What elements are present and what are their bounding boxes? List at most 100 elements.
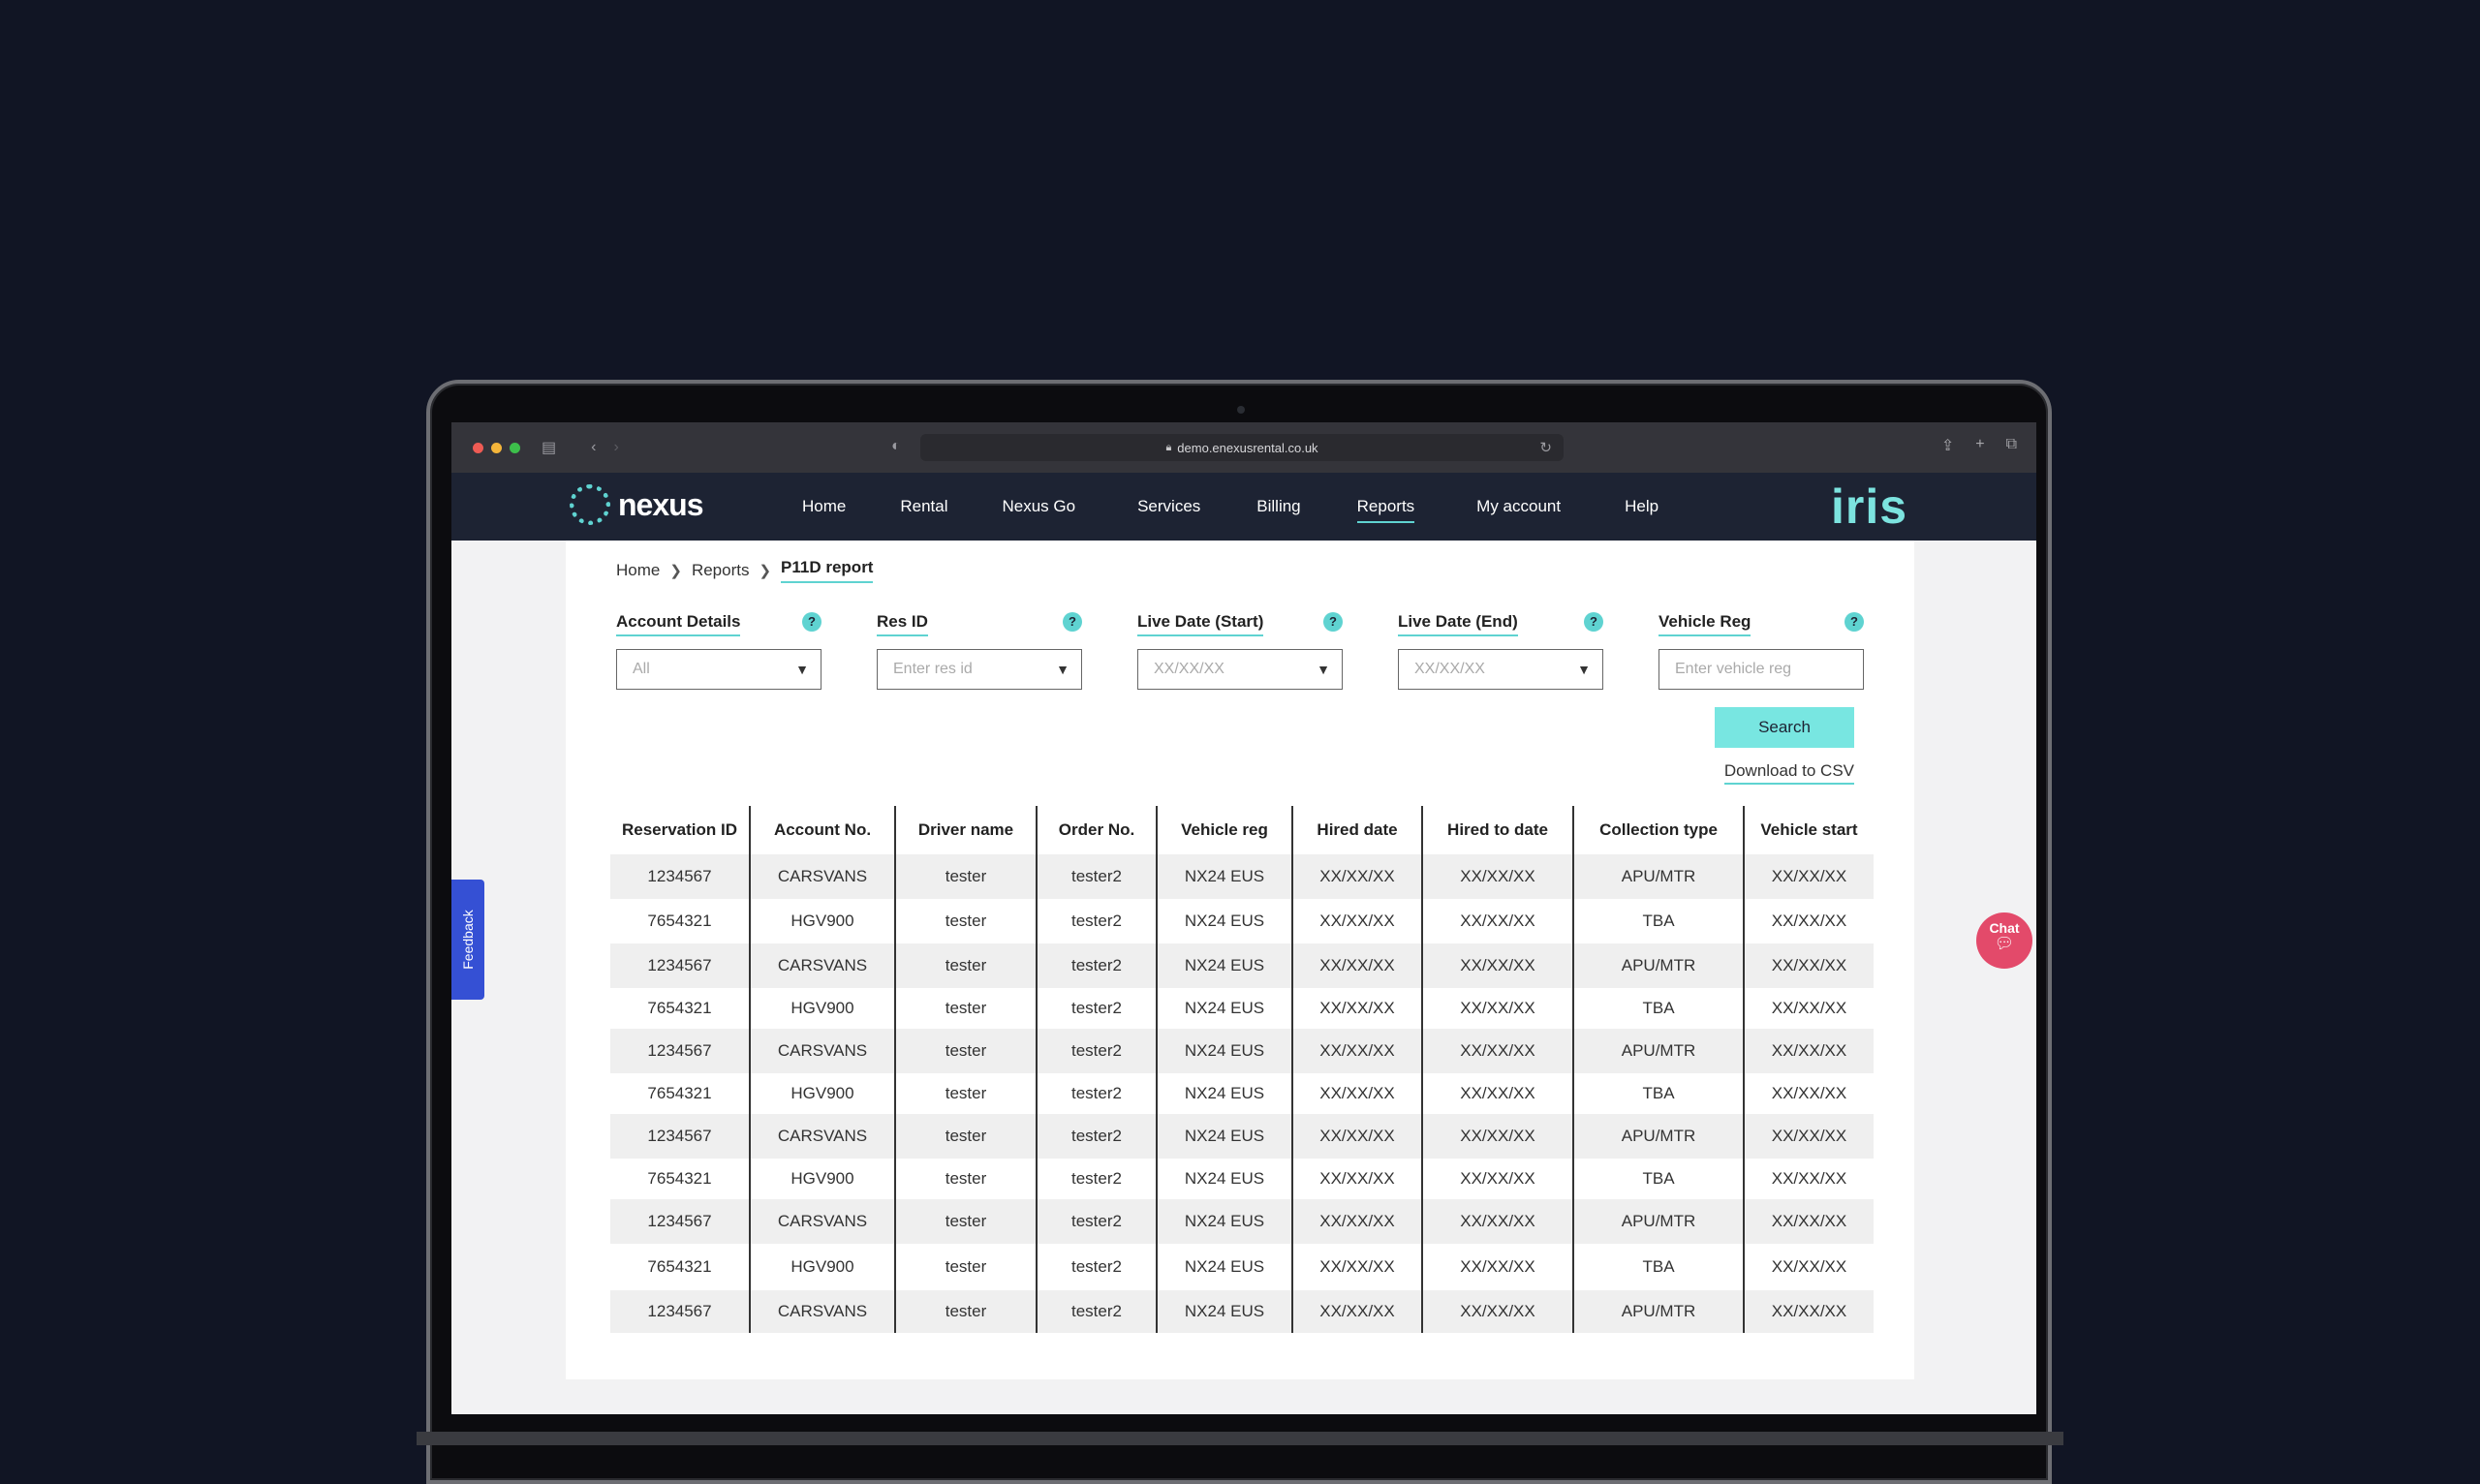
help-icon[interactable]: ? — [1323, 612, 1343, 632]
cell-hired-date: XX/XX/XX — [1291, 1029, 1422, 1073]
table-row[interactable]: 7654321 HGV900 tester tester2 NX24 EUS XX/XX/… — [610, 1073, 1874, 1114]
cell-collection-type: APU/MTR — [1572, 1029, 1744, 1073]
nexus-logo[interactable]: nexus — [570, 484, 703, 525]
privacy-shield-icon[interactable]: ◐ — [891, 438, 901, 455]
cell-vehicle-start: XX/XX/XX — [1743, 899, 1874, 943]
header-collection-type[interactable]: Collection type — [1572, 806, 1744, 854]
download-csv-link[interactable]: Download to CSV — [1598, 761, 1854, 785]
browser-actions: ⇪ + ⧉ — [1941, 436, 2017, 455]
share-icon[interactable]: ⇪ — [1941, 436, 1954, 455]
nav-help[interactable]: Help — [1625, 497, 1658, 516]
table-row[interactable]: 1234567 CARSVANS tester tester2 NX24 EUS XX/X… — [610, 854, 1874, 899]
header-vehicle-reg[interactable]: Vehicle reg — [1156, 806, 1292, 854]
reload-icon[interactable]: ↻ — [1539, 439, 1552, 456]
res-id-select[interactable]: Enter res id ▼ — [877, 649, 1082, 690]
tab-overview-icon[interactable]: ⧉ — [2006, 436, 2017, 455]
header-reservation-id[interactable]: Reservation ID — [610, 806, 750, 854]
header-account-no[interactable]: Account No. — [749, 806, 895, 854]
cell-reservation-id: 1234567 — [610, 1199, 750, 1244]
vehicle-reg-placeholder: Enter vehicle reg — [1675, 661, 1792, 677]
cell-driver-name: tester — [894, 899, 1037, 943]
table-row[interactable]: 1234567 CARSVANS tester tester2 NX24 EUS XX/X… — [610, 1199, 1874, 1244]
cell-order-no: tester2 — [1036, 1029, 1157, 1073]
live-date-start-select[interactable]: XX/XX/XX ▼ — [1137, 649, 1343, 690]
filter-live-date-start: Live Date (Start) ? XX/XX/XX ▼ — [1137, 612, 1343, 690]
table-row[interactable]: 7654321 HGV900 tester tester2 NX24 EUS XX/XX/… — [610, 988, 1874, 1029]
table-row[interactable]: 7654321 HGV900 tester tester2 NX24 EUS XX/XX/… — [610, 899, 1874, 943]
chevron-right-icon: ❯ — [669, 563, 682, 579]
chat-icon: 💬︎ — [1994, 936, 2015, 952]
nexus-logo-text: nexus — [618, 486, 703, 522]
cell-vehicle-reg: NX24 EUS — [1156, 854, 1292, 899]
help-icon[interactable]: ? — [802, 612, 822, 632]
cell-vehicle-reg: NX24 EUS — [1156, 943, 1292, 988]
table-row[interactable]: 7654321 HGV900 tester tester2 NX24 EUS XX/XX/… — [610, 1159, 1874, 1199]
cell-vehicle-start: XX/XX/XX — [1743, 943, 1874, 988]
cell-account-no: HGV900 — [749, 1159, 895, 1199]
header-hired-to-date[interactable]: Hired to date — [1421, 806, 1573, 854]
vehicle-reg-input[interactable]: Enter vehicle reg — [1658, 649, 1864, 690]
cell-order-no: tester2 — [1036, 899, 1157, 943]
nav-rental[interactable]: Rental — [900, 497, 947, 516]
cell-driver-name: tester — [894, 1073, 1037, 1114]
breadcrumb-reports[interactable]: Reports — [692, 561, 750, 580]
nav-billing[interactable]: Billing — [1256, 497, 1300, 516]
nexus-logo-mark — [570, 484, 610, 525]
header-hired-date[interactable]: Hired date — [1291, 806, 1422, 854]
search-button[interactable]: Search — [1715, 707, 1854, 748]
breadcrumb: Home ❯ Reports ❯ P11D report — [616, 558, 874, 583]
table-row[interactable]: 1234567 CARSVANS tester tester2 NX24 EUS XX/X… — [610, 1114, 1874, 1159]
header-vehicle-start[interactable]: Vehicle start — [1743, 806, 1874, 854]
laptop-hinge — [417, 1432, 2063, 1445]
cell-collection-type: TBA — [1572, 1244, 1744, 1290]
close-window-button[interactable] — [473, 442, 483, 453]
cell-order-no: tester2 — [1036, 1159, 1157, 1199]
chat-button[interactable]: Chat 💬︎ — [1976, 912, 2032, 969]
account-details-value: All — [633, 661, 650, 677]
table-row[interactable]: 1234567 CARSVANS tester tester2 NX24 EUS XX/X… — [610, 1290, 1874, 1333]
cell-vehicle-reg: NX24 EUS — [1156, 1159, 1292, 1199]
site-header: nexus Home Rental Nexus Go Services Bill… — [451, 473, 2036, 541]
cell-vehicle-start: XX/XX/XX — [1743, 988, 1874, 1029]
sidebar-toggle-icon[interactable]: ▤ — [542, 438, 556, 457]
forward-arrow-icon[interactable]: › — [613, 439, 618, 456]
maximize-window-button[interactable] — [510, 442, 520, 453]
filter-label: Live Date (Start) — [1137, 612, 1264, 636]
nav-reports[interactable]: Reports — [1356, 497, 1414, 523]
help-icon[interactable]: ? — [1063, 612, 1082, 632]
table-row[interactable]: 1234567 CARSVANS tester tester2 NX24 EUS XX/X… — [610, 1029, 1874, 1073]
cell-driver-name: tester — [894, 988, 1037, 1029]
help-icon[interactable]: ? — [1584, 612, 1603, 632]
nav-home[interactable]: Home — [802, 497, 846, 516]
live-date-end-select[interactable]: XX/XX/XX ▼ — [1398, 649, 1603, 690]
cell-driver-name: tester — [894, 1199, 1037, 1244]
new-tab-icon[interactable]: + — [1975, 436, 1984, 455]
nav-services[interactable]: Services — [1137, 497, 1200, 516]
filter-live-date-end: Live Date (End) ? XX/XX/XX ▼ — [1398, 612, 1603, 690]
table-row[interactable]: 7654321 HGV900 tester tester2 NX24 EUS XX/XX/… — [610, 1244, 1874, 1290]
cell-driver-name: tester — [894, 1290, 1037, 1333]
res-id-placeholder: Enter res id — [893, 661, 973, 677]
account-details-select[interactable]: All ▼ — [616, 649, 822, 690]
help-icon[interactable]: ? — [1844, 612, 1864, 632]
cell-hired-to-date: XX/XX/XX — [1421, 1244, 1573, 1290]
cell-reservation-id: 7654321 — [647, 1169, 712, 1188]
feedback-tab[interactable]: Feedback — [451, 880, 484, 1000]
header-order-no[interactable]: Order No. — [1036, 806, 1157, 854]
back-arrow-icon[interactable]: ‹ — [591, 439, 596, 456]
breadcrumb-home[interactable]: Home — [616, 561, 660, 580]
filter-label: Vehicle Reg — [1658, 612, 1752, 636]
cell-hired-date: XX/XX/XX — [1291, 943, 1422, 988]
minimize-window-button[interactable] — [491, 442, 502, 453]
table-row[interactable]: 1234567 CARSVANS tester tester2 NX24 EUS XX/X… — [610, 943, 1874, 988]
cell-collection-type: APU/MTR — [1572, 1290, 1744, 1333]
nav-nexus-go[interactable]: Nexus Go — [1003, 497, 1076, 516]
nav-my-account[interactable]: My account — [1476, 497, 1561, 516]
cell-hired-date: XX/XX/XX — [1291, 899, 1422, 943]
cell-reservation-id: 7654321 — [647, 999, 712, 1017]
header-driver-name[interactable]: Driver name — [894, 806, 1037, 854]
address-bar[interactable]: 🔒︎ demo.enexusrental.co.uk ↻ — [920, 434, 1564, 461]
cell-vehicle-start: XX/XX/XX — [1743, 1199, 1874, 1244]
cell-collection-type: TBA — [1572, 1159, 1744, 1199]
live-date-end-placeholder: XX/XX/XX — [1414, 661, 1485, 677]
